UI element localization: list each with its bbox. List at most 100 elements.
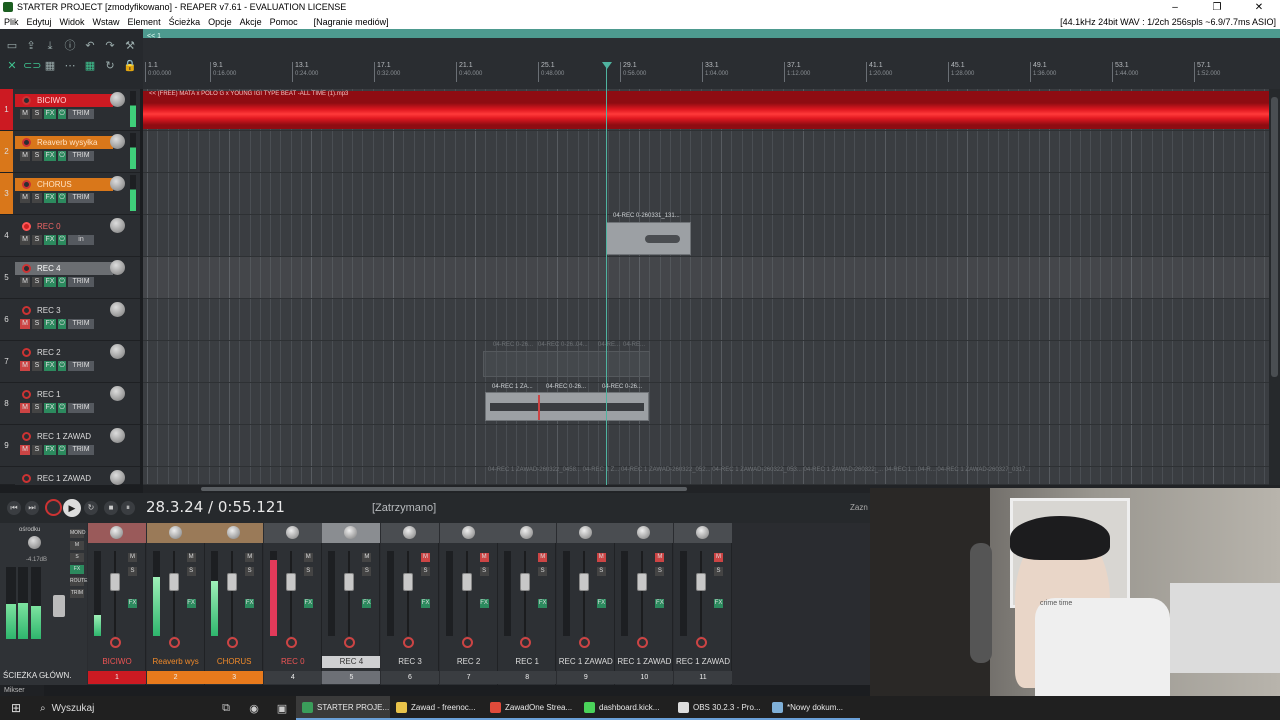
track-header[interactable]: REC 1 ZAWAD <box>0 467 140 485</box>
mute-button[interactable]: M <box>20 235 30 245</box>
pan-knob[interactable] <box>637 526 651 539</box>
track-header[interactable]: 3 CHORUS M S FX ⏻ TRIM <box>0 173 140 215</box>
strip-name[interactable]: REC 1 ZAWAD <box>674 656 732 668</box>
volume-knob[interactable] <box>110 470 125 485</box>
volume-knob[interactable] <box>110 428 125 443</box>
track-header[interactable]: 6 REC 3 M S FX ⏻ TRIM <box>0 299 140 341</box>
solo-button[interactable]: S <box>32 319 42 329</box>
volume-fader[interactable] <box>461 573 472 591</box>
strip-mute-button[interactable]: M <box>362 553 372 562</box>
strip-mute-button[interactable]: M <box>303 553 313 562</box>
pan-knob[interactable] <box>520 526 534 539</box>
fx-button[interactable]: FX <box>44 151 56 161</box>
track-header[interactable]: 4 REC 0 M S FX ⏻ in <box>0 215 140 257</box>
strip-mute-button[interactable]: M <box>186 553 196 562</box>
strip-solo-button[interactable]: S <box>128 567 137 576</box>
record-arm-icon[interactable] <box>22 474 31 483</box>
snap-icon[interactable]: ▦ <box>42 59 58 73</box>
strip-solo-button[interactable]: S <box>655 567 665 576</box>
project-settings-icon[interactable]: ⓘ <box>62 39 78 53</box>
app-pinned-icon[interactable]: ▣ <box>268 702 296 715</box>
record-arm-icon[interactable] <box>22 264 31 273</box>
pan-knob[interactable] <box>344 526 358 539</box>
pan-knob[interactable] <box>403 526 416 539</box>
menu-opcje[interactable]: Opcje <box>204 17 236 27</box>
record-arm-icon[interactable] <box>696 637 707 648</box>
task-view-icon[interactable]: ⧉ <box>212 702 240 715</box>
record-arm-icon[interactable] <box>578 637 590 648</box>
solo-button[interactable]: S <box>32 445 42 455</box>
track-lane[interactable] <box>143 257 1269 299</box>
strip-solo-button[interactable]: S <box>186 567 196 576</box>
rec1-media-items[interactable]: 04-REC 1 ZA... 04-REC 0-26... 04-REC 0-2… <box>485 384 649 421</box>
record-arm-icon[interactable] <box>168 637 180 648</box>
fx-bypass-icon[interactable]: ⏻ <box>58 403 66 413</box>
strip-name[interactable]: REC 1 ZAWAD <box>557 656 615 668</box>
menu-pomoc[interactable]: Pomoc <box>266 17 302 27</box>
fx-bypass-icon[interactable]: ⏻ <box>58 235 66 245</box>
item-grouping-icon[interactable]: ⊂⊃ <box>23 59 41 73</box>
trim-button[interactable]: TRIM <box>68 277 94 287</box>
volume-knob[interactable] <box>110 134 125 149</box>
taskbar-app[interactable]: ZawadOne Strea... <box>484 696 578 720</box>
trim-button[interactable]: TRIM <box>68 403 94 413</box>
fx-button[interactable]: FX <box>44 109 56 119</box>
mixer-tab[interactable]: Mikser <box>0 685 44 696</box>
trim-button[interactable]: TRIM <box>68 361 94 371</box>
volume-fader[interactable] <box>520 573 531 591</box>
record-arm-icon[interactable] <box>22 222 31 231</box>
strip-mute-button[interactable]: M <box>596 553 606 562</box>
strip-mute-button[interactable]: M <box>655 553 665 562</box>
master-mute-button[interactable]: M <box>70 541 84 550</box>
track-lane[interactable] <box>143 215 1269 257</box>
fx-button[interactable]: FX <box>44 319 56 329</box>
menu-sciezka[interactable]: Ścieżka <box>165 17 205 27</box>
track-lane[interactable] <box>143 299 1269 341</box>
menu-edytuj[interactable]: Edytuj <box>23 17 56 27</box>
solo-button[interactable]: S <box>32 151 42 161</box>
strip-name[interactable]: REC 1 <box>498 656 556 668</box>
record-arm-icon[interactable] <box>461 637 473 648</box>
trim-button[interactable]: TRIM <box>68 319 94 329</box>
pause-icon[interactable]: ⏸ <box>121 501 135 515</box>
play-button[interactable]: ▶ <box>63 499 81 517</box>
region-bar[interactable]: << 1 <box>143 29 1280 40</box>
master-fx-button[interactable]: FX <box>70 565 84 574</box>
strip-name[interactable]: REC 0 <box>264 656 322 668</box>
track-lane[interactable] <box>143 173 1269 215</box>
stop-icon[interactable]: ■ <box>104 501 118 515</box>
rec4-media-item[interactable]: 04-REC 0-260331_131... <box>606 213 691 255</box>
track-header[interactable]: 1 BICIWO M S FX ⏻ TRIM <box>0 89 140 131</box>
strip-solo-button[interactable]: S <box>245 567 255 576</box>
new-project-icon[interactable]: ▭ <box>4 39 20 53</box>
lock-icon[interactable]: 🔒 <box>122 59 138 73</box>
solo-button[interactable]: S <box>32 235 42 245</box>
volume-fader[interactable] <box>696 573 706 591</box>
fx-button[interactable]: FX <box>44 193 56 203</box>
strip-solo-button[interactable]: S <box>362 567 372 576</box>
volume-fader[interactable] <box>168 573 179 591</box>
master-trim-button[interactable]: TRIM <box>70 589 84 598</box>
strip-fx-button[interactable]: FX <box>303 599 313 608</box>
volume-fader[interactable] <box>344 573 355 591</box>
strip-solo-button[interactable]: S <box>303 567 313 576</box>
loop-icon[interactable]: ↻ <box>102 59 118 73</box>
input-button[interactable]: in <box>68 235 94 245</box>
master-route-button[interactable]: ROUTE <box>70 577 88 586</box>
mute-button[interactable]: M <box>20 151 30 161</box>
taskbar-app[interactable]: OBS 30.2.3 - Pro... <box>672 696 766 720</box>
strip-mute-button[interactable]: M <box>538 553 548 562</box>
mute-button[interactable]: M <box>20 109 30 119</box>
record-arm-icon[interactable] <box>22 348 31 357</box>
beat-media-item[interactable]: << (FREE) MATA x POLO G x YOUNG IGI TYPE… <box>143 91 1269 129</box>
volume-knob[interactable] <box>110 176 125 191</box>
volume-knob[interactable] <box>110 218 125 233</box>
menu-wstaw[interactable]: Wstaw <box>89 17 124 27</box>
volume-knob[interactable] <box>110 302 125 317</box>
volume-knob[interactable] <box>110 386 125 401</box>
taskbar-search[interactable]: ⌕ Wyszukaj <box>32 696 212 720</box>
volume-fader[interactable] <box>285 573 296 591</box>
volume-fader[interactable] <box>637 573 648 591</box>
volume-knob[interactable] <box>110 92 125 107</box>
strip-fx-button[interactable]: FX <box>655 599 665 608</box>
